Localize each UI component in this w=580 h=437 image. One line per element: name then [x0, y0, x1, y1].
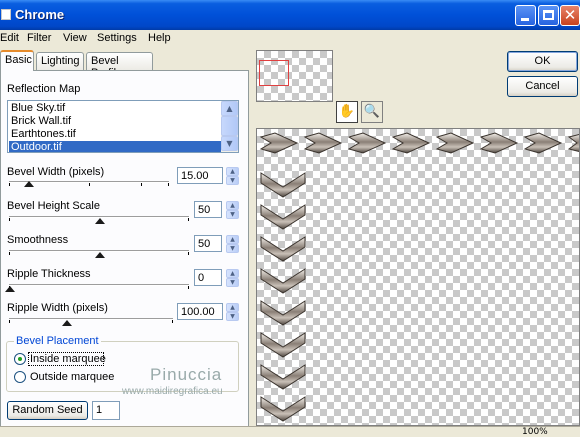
bevel-height-field[interactable]: 50: [194, 201, 222, 218]
bevel-width-thumb[interactable]: [24, 181, 35, 187]
ripple-thickness-thumb[interactable]: [5, 286, 15, 292]
app-icon: [1, 9, 11, 20]
slider-tick: [9, 320, 10, 323]
ripple-width-thumb[interactable]: [62, 320, 73, 326]
title-bar[interactable]: Chrome ✕: [0, 0, 580, 30]
spin-down-icon[interactable]: ▼: [226, 176, 239, 185]
bevel-placement-title: Bevel Placement: [14, 335, 101, 347]
spin-down-icon[interactable]: ▼: [226, 278, 239, 287]
spin-up-icon[interactable]: ▲: [226, 201, 239, 210]
outside-marquee-radio[interactable]: [14, 371, 26, 383]
ripple-width-slider[interactable]: [9, 318, 173, 320]
slider-tick: [188, 286, 189, 289]
spin-up-icon[interactable]: ▲: [226, 235, 239, 244]
slider-tick: [89, 183, 90, 186]
slider-tick: [9, 252, 10, 255]
spin-up-icon[interactable]: ▲: [226, 167, 239, 176]
smoothness-thumb[interactable]: [94, 252, 105, 258]
ripple-thickness-spinner[interactable]: ▲ ▼: [226, 269, 239, 287]
reflection-map-list[interactable]: Blue Sky.tif Brick Wall.tif Earthtones.t…: [7, 100, 239, 153]
spin-up-icon[interactable]: ▲: [226, 303, 239, 312]
menu-filter[interactable]: Filter: [27, 32, 51, 44]
slider-tick: [141, 183, 142, 186]
slider-tick: [172, 320, 173, 323]
slider-tick: [188, 252, 189, 255]
ripple-thickness-field[interactable]: 0: [194, 269, 222, 286]
ripple-width-label: Ripple Width (pixels): [7, 302, 108, 314]
bevel-width-spinner[interactable]: ▲ ▼: [226, 167, 239, 185]
spin-down-icon[interactable]: ▼: [226, 244, 239, 253]
maximize-icon: [543, 10, 554, 20]
window-title: Chrome: [15, 7, 65, 22]
navigator-thumbnail[interactable]: [256, 50, 333, 102]
zoom-level: 100%: [522, 427, 548, 437]
bevel-width-field[interactable]: 15.00: [177, 167, 223, 184]
preview-canvas[interactable]: [256, 128, 580, 426]
smoothness-spinner[interactable]: ▲ ▼: [226, 235, 239, 253]
ripple-width-spinner[interactable]: ▲ ▼: [226, 303, 239, 321]
list-item[interactable]: Earthtones.tif: [9, 128, 221, 140]
slider-tick: [9, 183, 10, 186]
hand-icon[interactable]: ✋: [336, 101, 358, 123]
chrome-border-preview: [259, 132, 579, 422]
slider-tick: [168, 183, 169, 186]
tab-lighting[interactable]: Lighting: [36, 52, 84, 70]
tab-bevel-profile[interactable]: Bevel Profile: [86, 52, 153, 79]
bevel-height-spinner[interactable]: ▲ ▼: [226, 201, 239, 219]
menu-bar: Edit Filter View Settings Help: [0, 30, 580, 48]
ripple-thickness-slider[interactable]: [9, 284, 189, 286]
slider-tick: [188, 218, 189, 221]
random-seed-field[interactable]: 1: [92, 401, 120, 420]
focus-rect: [28, 352, 104, 366]
scroll-up-icon[interactable]: ▲: [221, 101, 238, 116]
chrome-ripple-top: [259, 132, 579, 154]
list-scrollbar[interactable]: ▲ ▼: [221, 101, 238, 152]
smoothness-field[interactable]: 50: [194, 235, 222, 252]
menu-edit[interactable]: Edit: [0, 32, 19, 44]
inside-marquee-radio[interactable]: [14, 353, 26, 365]
bevel-width-label: Bevel Width (pixels): [7, 166, 105, 178]
list-item[interactable]: Brick Wall.tif: [9, 115, 221, 127]
outside-marquee-label[interactable]: Outside marquee: [30, 371, 114, 383]
list-item-selected[interactable]: Outdoor.tif: [9, 141, 221, 152]
ok-button[interactable]: OK: [507, 51, 578, 72]
watermark-name: Pinuccia: [150, 365, 223, 384]
menu-help[interactable]: Help: [148, 32, 171, 44]
cancel-button[interactable]: Cancel: [507, 76, 578, 97]
zoom-icon[interactable]: 🔍: [361, 101, 383, 123]
bevel-height-thumb[interactable]: [94, 218, 105, 224]
tab-basic[interactable]: Basic: [0, 50, 34, 71]
smoothness-label: Smoothness: [7, 234, 69, 246]
ripple-thickness-label: Ripple Thickness: [7, 268, 91, 280]
watermark-url: www.maidiregrafica.eu: [122, 386, 223, 397]
bevel-height-label: Bevel Height Scale: [7, 200, 100, 212]
close-icon: ✕: [563, 6, 577, 24]
spin-up-icon[interactable]: ▲: [226, 269, 239, 278]
reflection-map-label: Reflection Map: [7, 83, 81, 95]
view-rectangle[interactable]: [259, 60, 289, 86]
spin-down-icon[interactable]: ▼: [226, 312, 239, 321]
maximize-button[interactable]: [538, 5, 559, 26]
spin-down-icon[interactable]: ▼: [226, 210, 239, 219]
scroll-thumb[interactable]: [221, 116, 238, 136]
random-seed-button[interactable]: Random Seed: [7, 401, 88, 420]
close-button[interactable]: ✕: [560, 5, 580, 26]
scroll-down-icon[interactable]: ▼: [221, 136, 238, 151]
slider-tick: [9, 218, 10, 221]
list-item[interactable]: Blue Sky.tif: [9, 102, 221, 114]
menu-view[interactable]: View: [63, 32, 87, 44]
status-bar: 100%: [0, 426, 580, 437]
radio-selected-dot: [18, 357, 22, 361]
chrome-ripple-left: [260, 172, 306, 422]
ripple-width-field[interactable]: 100.00: [177, 303, 223, 320]
minimize-button[interactable]: [515, 5, 536, 26]
menu-settings[interactable]: Settings: [97, 32, 137, 44]
minimize-icon: [521, 18, 529, 21]
